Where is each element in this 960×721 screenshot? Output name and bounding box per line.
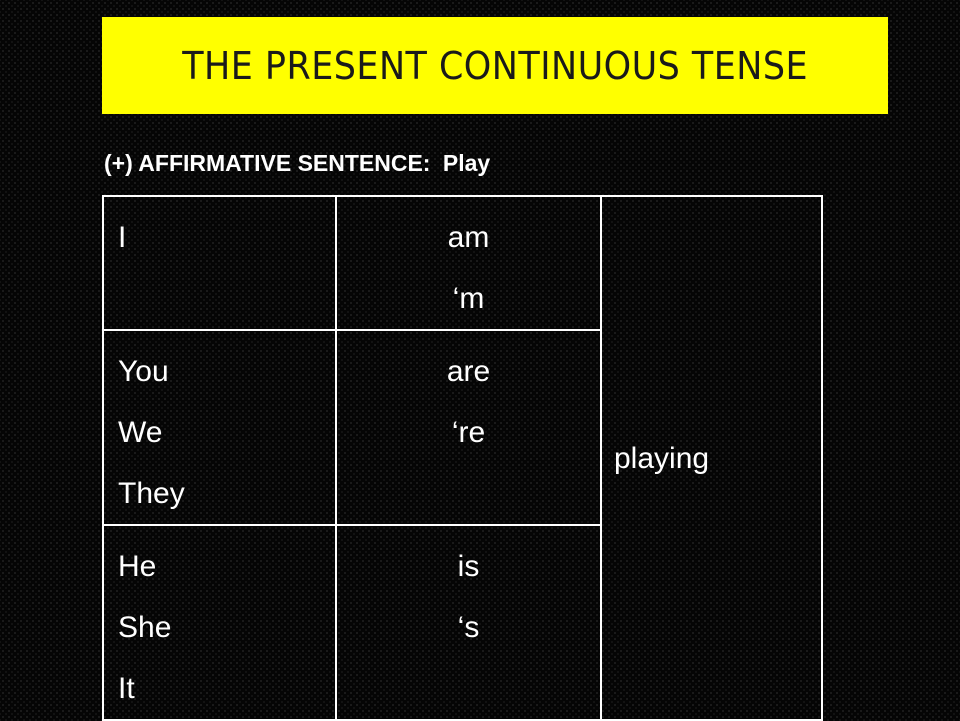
main-verb: playing xyxy=(614,441,710,475)
aux-full: are xyxy=(446,355,491,388)
section-label: (+) AFFIRMATIVE SENTENCE: xyxy=(104,150,431,176)
title-banner: THE PRESENT CONTINUOUS TENSE xyxy=(102,17,888,114)
subject-cell: You We They xyxy=(102,329,337,526)
main-verb-cell: playing xyxy=(600,195,823,721)
subject-i: I xyxy=(118,221,127,254)
subject-cell: He She It xyxy=(102,524,337,721)
subject-it: It xyxy=(118,672,135,705)
section-heading: (+) AFFIRMATIVE SENTENCE: Play xyxy=(104,150,490,177)
aux-contracted: ‘re xyxy=(451,416,486,449)
auxiliary-cell: am ‘m xyxy=(335,195,602,331)
subject-she: She xyxy=(118,611,172,644)
subject-we: We xyxy=(118,416,163,449)
auxiliary-cell: is ‘s xyxy=(335,524,602,721)
slide-title: THE PRESENT CONTINUOUS TENSE xyxy=(182,43,808,88)
aux-contracted: ‘m xyxy=(452,282,485,315)
subject-he: He xyxy=(118,550,157,583)
aux-contracted: ‘s xyxy=(457,611,480,644)
aux-full: am xyxy=(447,221,490,254)
aux-full: is xyxy=(457,550,480,583)
base-verb: Play xyxy=(442,150,491,176)
conjugation-table: I am ‘m playing You We They are ‘re He S… xyxy=(102,195,823,721)
subject-they: They xyxy=(118,477,185,510)
subject-you: You xyxy=(118,355,169,388)
auxiliary-cell: are ‘re xyxy=(335,329,602,526)
subject-cell: I xyxy=(102,195,337,331)
table-row: I am ‘m playing xyxy=(102,195,823,721)
